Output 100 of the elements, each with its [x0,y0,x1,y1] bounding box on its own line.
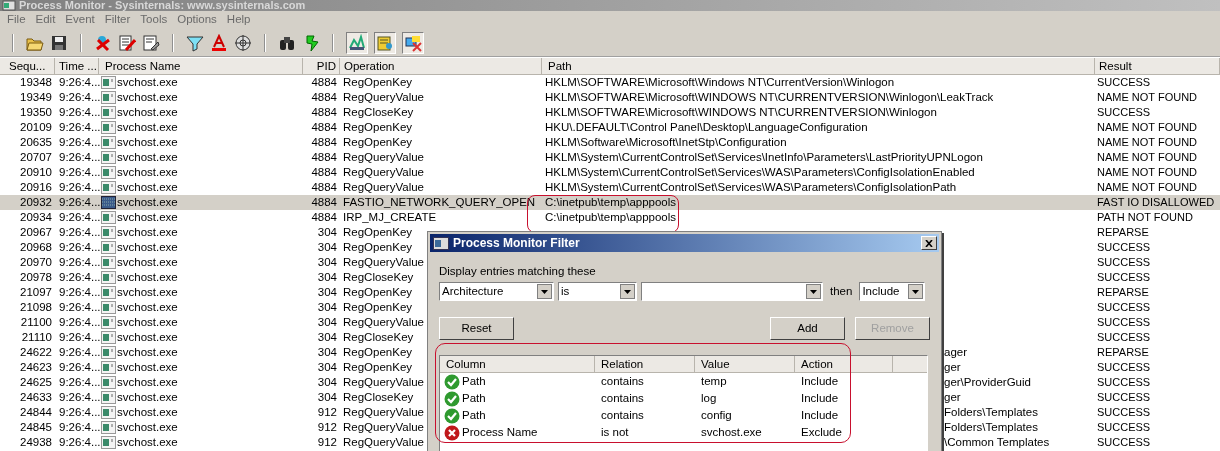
table-cell-text: config [700,408,733,423]
autoscroll-icon[interactable] [118,33,136,52]
process-icon [101,106,116,119]
column-header[interactable]: Column [440,356,595,373]
table-cell: RegQueryValue [343,256,424,268]
cross-icon [444,424,460,441]
table-cell: HKLM\System\CurrentControlSet\Services\WAS\Parameters\ConfigIsolationEnabled [545,166,975,178]
table-cell: 4884 [311,181,337,193]
table-cell: RegCloseKey [343,271,414,283]
table-cell: RegQueryValue [343,406,424,418]
table-cell: svchost.exe [117,390,178,405]
table-cell: C:\inetpub\temp\apppools [545,211,677,223]
menu-item[interactable]: Help [221,11,256,29]
table-cell: svchost.exe [117,120,178,135]
table-cell: SUCCESS [1097,436,1151,448]
capture-icon[interactable] [94,33,112,52]
table-cell: 304 [317,331,337,343]
table-cell: 4884 [311,106,337,118]
filter-rule[interactable]: Path contains temp Include [440,373,927,390]
dropdown[interactable]: is [558,282,637,301]
then-label: then [829,283,854,299]
app-icon [433,236,449,250]
table-cell: 20635 [20,136,52,148]
table-cell: 20916 [20,181,52,193]
toolbar-toggle[interactable] [402,31,424,54]
table-cell: svchost.exe [117,330,178,345]
table-cell: 19350 [20,106,52,118]
table-cell-text: Include [800,408,840,423]
table-cell: 304 [317,301,337,313]
filter-icon[interactable] [186,33,204,52]
menu-item[interactable]: Event [60,11,100,29]
table-cell: ger [944,361,961,373]
table-cell: RegOpenKey [343,136,413,148]
dropdown[interactable] [641,282,823,301]
table-row[interactable]: 20932 9:26:4... svchost.exe 4884 FASTIO_NETWORK_QUERY_OPEN C:\inetpub\temp\apppools FAST IO DISALLOWED [0,195,1220,210]
table-cell: NAME NOT FOUND [1097,121,1198,133]
menu-item[interactable]: Options [172,11,222,29]
dropdown[interactable]: Architecture [439,282,554,301]
table-cell: 20970 [20,256,52,268]
dialog-button[interactable]: Add [770,317,845,340]
table-cell: RegCloseKey [343,106,414,118]
table-cell: HKLM\System\CurrentControlSet\Services\InetInfo\Parameters\LastPriorityUPNLogon [545,151,983,163]
table-cell: RegOpenKey [343,346,413,358]
table-cell: 9:26:4... [59,211,101,223]
close-button[interactable] [921,236,937,250]
table-cell: RegQueryValue [343,151,424,163]
table-cell: 19348 [20,76,52,88]
table-cell: svchost.exe [117,255,178,270]
filter-rule[interactable]: Path contains config Include [440,407,927,424]
table-cell: 4884 [311,151,337,163]
table-cell: 24633 [20,391,52,403]
table-cell: 9:26:4... [59,271,101,283]
table-cell: 4884 [311,121,337,133]
column-header[interactable]: Relation [595,356,695,373]
dropdown[interactable]: Include [859,282,926,301]
table-cell: svchost.exe [117,375,178,390]
table-cell: 20934 [20,211,52,223]
table-cell: 304 [317,346,337,358]
menu-item[interactable]: Filter [99,11,136,29]
filter-rule[interactable]: Path contains log Include [440,390,927,407]
table-cell: FASTIO_NETWORK_QUERY_OPEN [343,196,536,208]
toolbar-toggle[interactable] [374,31,396,54]
table-cell: svchost.exe [117,210,178,225]
menu-item[interactable]: Tools [135,11,173,29]
table-cell: HKLM\SOFTWARE\Microsoft\Windows NT\CurrentVersion\Winlogon [545,76,895,88]
table-cell: 9:26:4... [59,301,101,313]
column-header[interactable]: Action [795,356,893,373]
menu-item[interactable]: Edit [30,11,61,29]
table-cell: svchost.exe [117,360,178,375]
dialog-button[interactable]: Reset [439,317,514,340]
table-cell: RegQueryValue [343,376,424,388]
table-cell: REPARSE [1097,286,1149,298]
table-cell: 9:26:4... [59,151,101,163]
table-cell: IRP_MJ_CREATE [343,211,437,223]
table-cell: 20968 [20,241,52,253]
toolbar-toggle[interactable] [346,31,368,54]
table-cell: HKLM\Software\Microsoft\InetStp\Configuration [545,136,787,148]
table-cell: SUCCESS [1097,316,1151,328]
crosshair-icon[interactable] [234,33,252,52]
table-cell: 20109 [20,121,52,133]
table-cell: 20978 [20,271,52,283]
table-cell-text: temp [700,374,728,389]
table-cell: 9:26:4... [59,391,101,403]
highlight-icon[interactable] [210,33,228,52]
table-cell: 4884 [311,166,337,178]
clear-icon[interactable] [142,33,160,52]
table-cell: C:\inetpub\temp\apppools [545,196,677,208]
column-header[interactable]: Value [695,356,795,373]
table-cell: 9:26:4... [59,136,101,148]
table-cell-text: Path [462,374,486,389]
table-cell: 4884 [311,196,337,208]
menu-item[interactable]: File [2,11,31,29]
table-cell: 9:26:4... [59,361,101,373]
table-cell: svchost.exe [117,150,178,165]
table-cell: svchost.exe [117,405,178,420]
table-cell: 20910 [20,166,52,178]
table-cell: 304 [317,316,337,328]
table-cell: 304 [317,391,337,403]
save-icon[interactable] [50,33,68,52]
table-cell: 4884 [311,76,337,88]
